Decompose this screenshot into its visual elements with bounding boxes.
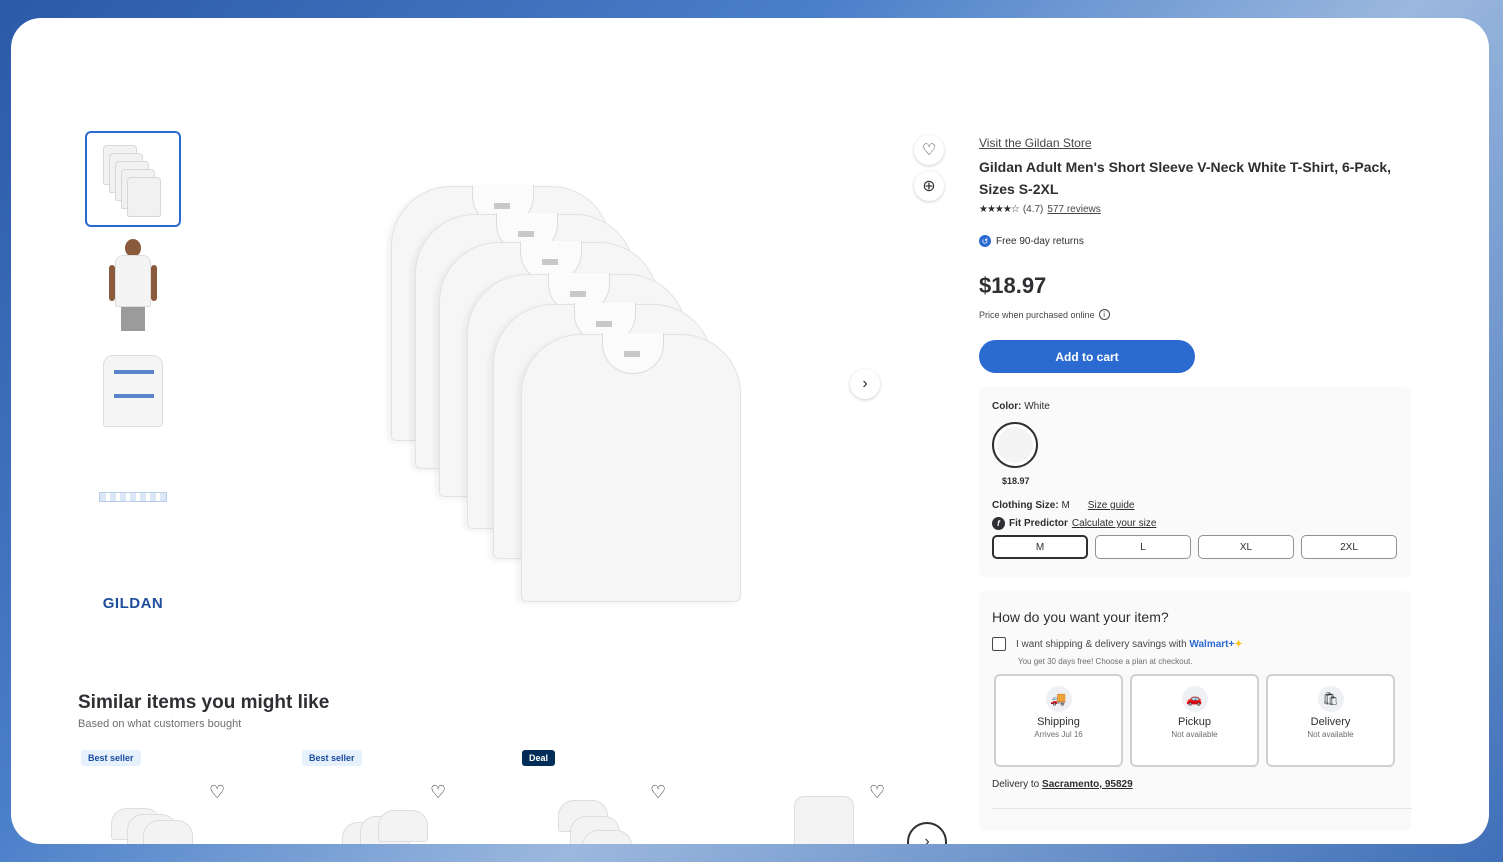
gildan-logo: GILDAN <box>102 594 164 612</box>
rating-row[interactable]: ★★★★☆ (4.7) 577 reviews <box>979 204 1419 215</box>
option-sub: Not available <box>1171 730 1218 739</box>
option-sub: Arrives Jul 16 <box>1034 730 1083 739</box>
best-seller-badge: Best seller <box>302 750 362 766</box>
size-label: Clothing Size: M <box>992 500 1070 511</box>
size-option-2xl[interactable]: 2XL <box>1301 535 1397 559</box>
add-to-cart-button[interactable]: Add to cart <box>979 340 1195 373</box>
similar-items-header: Similar items you might like Based on wh… <box>78 692 329 730</box>
option-pickup[interactable]: 🚗 Pickup Not available <box>1130 674 1259 767</box>
thumbnail-2[interactable] <box>85 237 181 333</box>
variant-selector: Color: White $18.97 Clothing Size: M Siz… <box>979 387 1411 577</box>
size-option-xl[interactable]: XL <box>1198 535 1294 559</box>
delivery-prefix: Delivery to <box>992 779 1040 790</box>
thumbnail-4[interactable] <box>85 449 181 545</box>
store-link[interactable]: Visit the Gildan Store <box>979 136 1419 150</box>
size-label-value: M <box>1061 500 1070 511</box>
color-label: Color: White <box>992 401 1397 412</box>
calculate-size-link[interactable]: Calculate your size <box>1072 518 1156 529</box>
returns-text: Free 90-day returns <box>996 235 1084 247</box>
size-option-m[interactable]: M <box>992 535 1088 559</box>
bag-icon: 🛍 <box>1317 686 1344 712</box>
similar-items-subtitle: Based on what customers bought <box>78 718 242 730</box>
walmart-plus-checkbox[interactable] <box>992 637 1006 651</box>
zoom-button[interactable]: ⊕ <box>914 171 944 201</box>
thumbnail-5[interactable]: GILDAN <box>85 555 181 651</box>
color-swatch-white[interactable] <box>992 422 1038 468</box>
fulfillment-title: How do you want your item? <box>992 609 1169 625</box>
product-price: $18.97 <box>979 273 1047 298</box>
price-note: Price when purchased online i <box>979 309 1419 320</box>
tee-image <box>127 177 161 217</box>
heart-icon[interactable]: ♡ <box>209 782 225 803</box>
divider <box>992 808 1412 809</box>
car-icon: 🚗 <box>1181 686 1208 712</box>
size-guide-link[interactable]: Size guide <box>1088 500 1135 511</box>
color-label-value: White <box>1024 401 1050 412</box>
size-chart-image <box>99 492 167 502</box>
swatch-price: $18.97 <box>1002 476 1030 486</box>
price-note-text: Price when purchased online <box>979 309 1095 320</box>
product-thumbnail <box>558 800 658 844</box>
product-hero-image[interactable] <box>391 178 771 618</box>
option-label: Shipping <box>1037 716 1080 728</box>
product-title: Gildan Adult Men's Short Sleeve V-Neck W… <box>979 159 1392 197</box>
thumbnail-list: GILDAN <box>85 131 183 661</box>
walmart-plus-text: I want shipping & delivery savings with <box>1016 638 1187 650</box>
favorite-button[interactable]: ♡ <box>914 135 944 165</box>
chevron-right-icon: › <box>862 375 868 392</box>
info-icon[interactable]: i <box>1098 309 1110 320</box>
product-thumbnail <box>111 808 211 844</box>
zoom-in-icon: ⊕ <box>922 178 936 195</box>
size-row: Clothing Size: M Size guide <box>992 500 1397 511</box>
chevron-right-icon: › <box>924 833 930 844</box>
star-rating-icon: ★★★★☆ <box>979 204 1020 215</box>
delivery-location: Delivery to Sacramento, 95829 <box>992 779 1397 790</box>
product-info: Visit the Gildan Store Gildan Adult Men'… <box>979 136 1419 831</box>
similar-item-card[interactable]: Deal ♡ <box>522 748 722 844</box>
deal-badge: Deal <box>522 750 556 766</box>
tee-print-image <box>103 355 163 427</box>
rating-value: (4.7) <box>1022 204 1044 215</box>
fit-predictor: f Fit Predictor Calculate your size <box>992 517 1397 530</box>
walmart-plus-label: I want shipping & delivery savings with … <box>1016 639 1243 650</box>
model-image <box>109 239 157 331</box>
heart-icon: ♡ <box>921 142 937 159</box>
returns-info: ↺ Free 90-day returns <box>979 235 1419 247</box>
reviews-link[interactable]: 577 reviews <box>1047 204 1100 215</box>
next-image-button[interactable]: › <box>850 369 880 399</box>
best-seller-badge: Best seller <box>81 750 141 766</box>
similar-items-carousel: Best seller ♡ Best seller ♡ Deal ♡ ♡ <box>81 748 951 844</box>
similar-item-card[interactable]: Best seller ♡ <box>302 748 502 844</box>
walmart-plus-logo: Walmart+✦ <box>1189 638 1243 650</box>
fit-predictor-icon: f <box>992 517 1005 530</box>
delivery-location-link[interactable]: Sacramento, 95829 <box>1042 779 1133 790</box>
size-option-l[interactable]: L <box>1095 535 1191 559</box>
tee-image <box>521 333 741 602</box>
color-label-key: Color: <box>992 401 1022 412</box>
page-frame: GILDAN ♡ ⊕ › Visit the Gildan Store Gild… <box>11 18 1489 844</box>
similar-items-title: Similar items you might like <box>78 692 330 713</box>
option-shipping[interactable]: 🚚 Shipping Arrives Jul 16 <box>994 674 1123 767</box>
fulfillment-panel: How do you want your item? I want shippi… <box>979 591 1412 831</box>
thumbnail-1[interactable] <box>85 131 181 227</box>
similar-item-card[interactable]: Best seller ♡ <box>81 748 281 844</box>
option-label: Pickup <box>1177 716 1212 728</box>
walmart-plus-logo-text: Walmart+ <box>1189 638 1235 650</box>
fit-predictor-label: Fit Predictor <box>1009 518 1068 529</box>
option-delivery[interactable]: 🛍 Delivery Not available <box>1266 674 1395 767</box>
option-label: Delivery <box>1310 716 1351 728</box>
walmart-plus-subtext: You get 30 days free! Choose a plan at c… <box>1018 657 1193 666</box>
truck-icon: 🚚 <box>1045 686 1072 712</box>
heart-icon[interactable]: ♡ <box>430 782 446 803</box>
returns-icon: ↺ <box>979 235 991 247</box>
fulfillment-options: 🚚 Shipping Arrives Jul 16 🚗 Pickup Not a… <box>994 674 1397 767</box>
product-thumbnail <box>342 808 442 844</box>
walmart-plus-row: I want shipping & delivery savings with … <box>992 637 1397 651</box>
option-sub: Not available <box>1307 730 1354 739</box>
size-options: M L XL 2XL <box>992 535 1397 559</box>
size-label-key: Clothing Size: <box>992 500 1059 511</box>
product-thumbnail <box>794 796 894 844</box>
thumbnail-3[interactable] <box>85 343 181 439</box>
